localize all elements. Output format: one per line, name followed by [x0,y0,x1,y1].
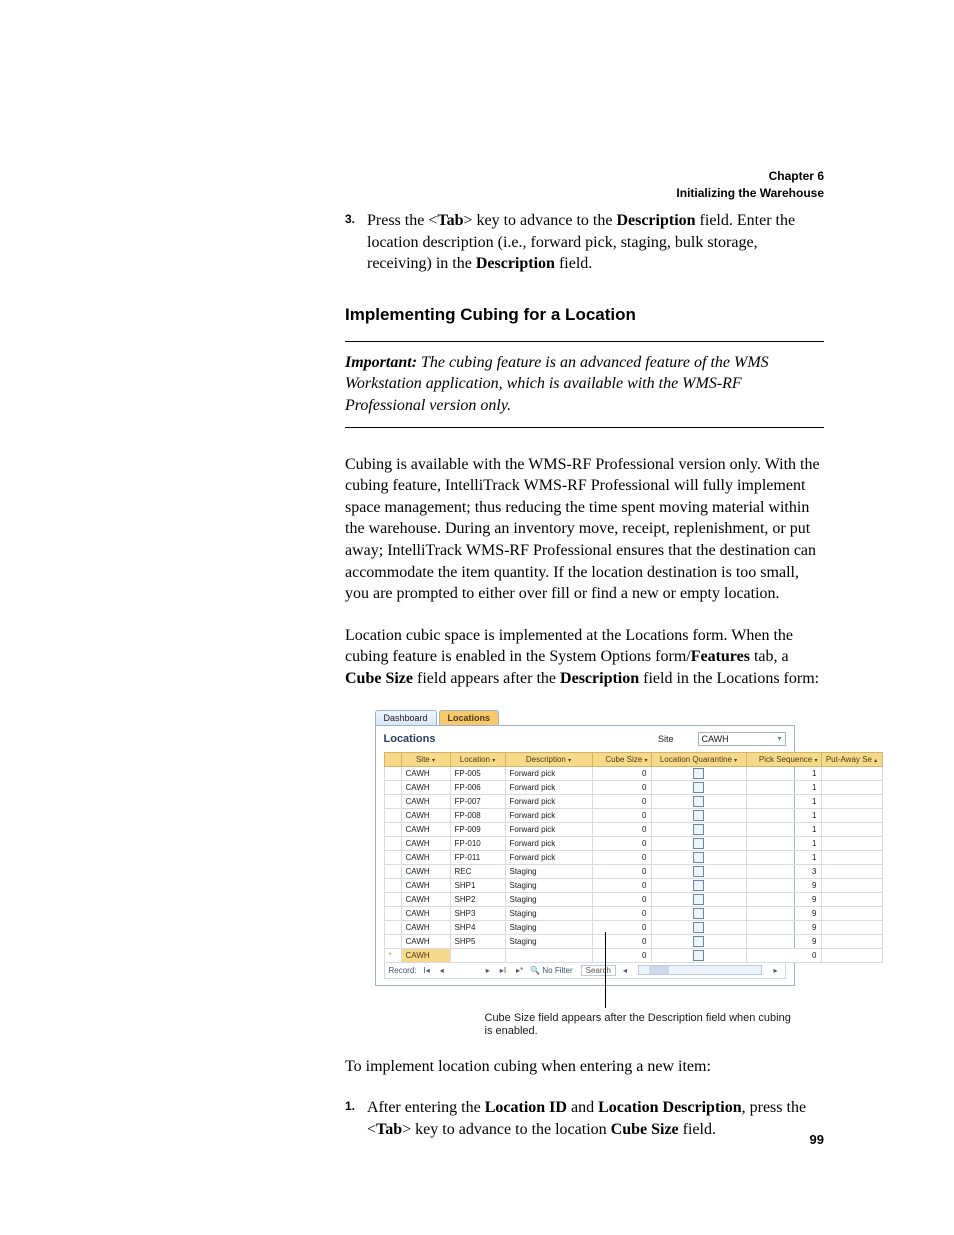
table-row[interactable]: CAWHFP-009Forward pick01 [384,822,882,836]
record-label: Record: [389,966,417,975]
table-row[interactable]: CAWHFP-005Forward pick01 [384,766,882,780]
search-input[interactable]: Search [581,965,616,976]
table-row[interactable]: CAWHSHP2Staging09 [384,892,882,906]
no-filter-label[interactable]: 🔍 No Filter [530,966,572,975]
chevron-down-icon: ▾ [777,734,781,743]
page-number: 99 [810,1132,824,1147]
checkbox-icon[interactable] [693,950,704,961]
checkbox-icon[interactable] [693,824,704,835]
table-row[interactable]: CAWHSHP5Staging09 [384,934,882,948]
table-row[interactable]: CAWHSHP1Staging09 [384,878,882,892]
step-number: 3. [345,211,355,227]
checkbox-icon[interactable] [693,922,704,933]
scroll-right-icon[interactable]: ▸ [770,966,780,975]
checkbox-icon[interactable] [693,936,704,947]
table-row[interactable]: CAWHFP-010Forward pick01 [384,836,882,850]
paragraph-cubing-overview: Cubing is available with the WMS-RF Prof… [345,454,824,605]
col-site[interactable]: Site ▾ [401,752,450,766]
nav-first-icon[interactable]: I◂ [421,966,433,975]
checkbox-icon[interactable] [693,768,704,779]
col-location[interactable]: Location ▾ [450,752,505,766]
col-description[interactable]: Description ▾ [505,752,592,766]
checkbox-icon[interactable] [693,908,704,919]
step-number: 1. [345,1098,355,1114]
chapter-label: Chapter 6 [676,168,824,185]
paragraph-implement-intro: To implement location cubing when enteri… [345,1056,824,1078]
checkbox-icon[interactable] [693,852,704,863]
table-row-new[interactable]: *CAWH00 [384,948,882,962]
checkbox-icon[interactable] [693,810,704,821]
tab-locations[interactable]: Locations [439,710,500,725]
locations-grid[interactable]: Site ▾ Location ▾ Description ▾ Cube Siz… [384,752,883,963]
horizontal-scrollbar[interactable] [638,965,763,975]
tab-dashboard[interactable]: Dashboard [375,710,437,725]
table-row[interactable]: CAWHRECStaging03 [384,864,882,878]
section-heading: Implementing Cubing for a Location [345,305,824,325]
table-row[interactable]: CAWHFP-007Forward pick01 [384,794,882,808]
nav-last-icon[interactable]: ▸I [497,966,509,975]
checkbox-icon[interactable] [693,866,704,877]
step-3: 3. Press the <Tab> key to advance to the… [345,210,824,275]
page-header: Chapter 6 Initializing the Warehouse [676,168,824,202]
col-quarantine[interactable]: Location Quarantine ▾ [651,752,746,766]
nav-next-icon[interactable]: ▸ [483,966,493,975]
table-row[interactable]: CAWHFP-006Forward pick01 [384,780,882,794]
scroll-left-icon[interactable]: ◂ [620,966,630,975]
site-select[interactable]: CAWH ▾ [698,732,786,746]
site-label: Site [658,734,674,744]
note-label: Important: [345,354,417,371]
step-1: 1. After entering the Location ID and Lo… [345,1097,824,1140]
important-note: Important: The cubing feature is an adva… [345,341,824,428]
nav-prev-icon[interactable]: ◂ [437,966,447,975]
checkbox-icon[interactable] [693,782,704,793]
col-cube-size[interactable]: Cube Size ▾ [592,752,651,766]
grid-footer: Record: I◂ ◂ ▸ ▸I ▸* 🔍 No Filter Search … [384,963,786,979]
grid-corner [384,752,401,766]
col-pick-sequence[interactable]: Pick Sequence ▾ [746,752,821,766]
panel-title: Locations [384,733,658,745]
table-row[interactable]: CAWHSHP4Staging09 [384,920,882,934]
table-row[interactable]: CAWHFP-011Forward pick01 [384,850,882,864]
callout-line [605,932,606,1008]
callout-text: Cube Size field appears after the Descri… [485,1012,795,1040]
nav-new-icon[interactable]: ▸* [513,966,526,975]
checkbox-icon[interactable] [693,894,704,905]
table-row[interactable]: CAWHSHP3Staging09 [384,906,882,920]
checkbox-icon[interactable] [693,838,704,849]
locations-form-figure: Dashboard Locations Locations Site CAWH … [375,710,795,1044]
table-row[interactable]: CAWHFP-008Forward pick01 [384,808,882,822]
checkbox-icon[interactable] [693,880,704,891]
checkbox-icon[interactable] [693,796,704,807]
col-put-away[interactable]: Put-Away Se ▴ [821,752,882,766]
paragraph-cube-size-field: Location cubic space is implemented at t… [345,625,824,690]
chapter-title: Initializing the Warehouse [676,185,824,202]
